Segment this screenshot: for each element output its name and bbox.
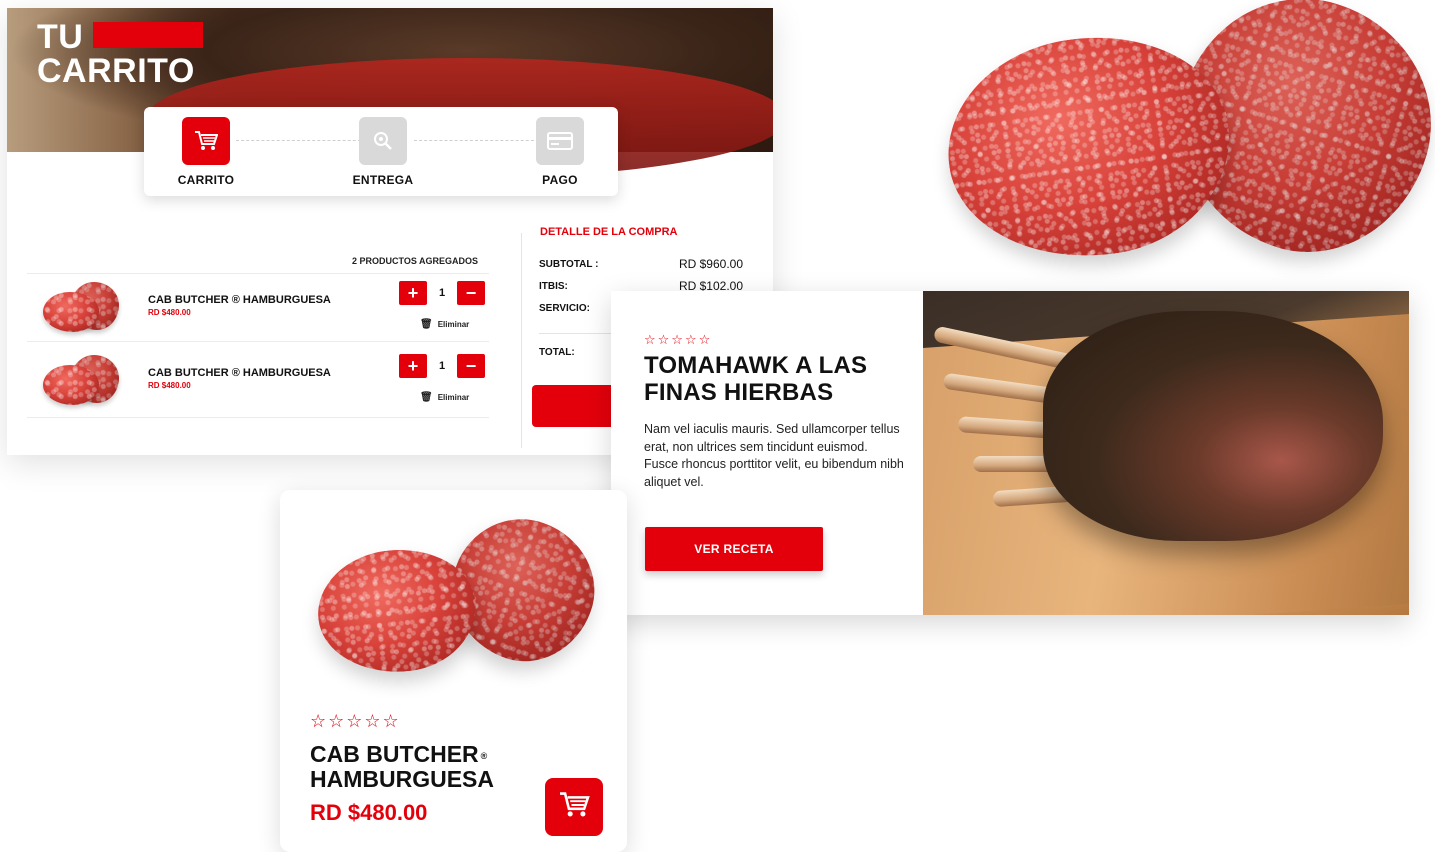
product-card[interactable]: ☆☆☆☆☆ CAB BUTCHER ® HAMBURGUESA RD $480.0…	[280, 490, 627, 852]
remove-label: Eliminar	[437, 393, 470, 402]
quantity-value[interactable]: 1	[427, 354, 457, 378]
step-label: PAGO	[542, 173, 578, 187]
product-title-line1: CAB BUTCHER	[310, 741, 479, 767]
shopping-cart-icon	[558, 791, 590, 824]
cart-title-line2: CARRITO	[37, 52, 195, 90]
step-label: ENTREGA	[352, 173, 414, 187]
recipe-title-line1: TOMAHAWK A LAS	[644, 352, 868, 379]
recipe-title: TOMAHAWK A LAS FINAS HIERBAS	[644, 352, 867, 406]
registered-mark: ®	[480, 751, 488, 761]
shopping-cart-icon	[182, 117, 230, 165]
recipe-description: Nam vel iaculis mauris. Sed ullamcorper …	[644, 422, 904, 489]
tomahawk-roast-image	[923, 291, 1409, 615]
subtotal-row: SUBTOTAL : RD $960.00	[539, 257, 749, 271]
total-label: TOTAL:	[539, 347, 575, 358]
quantity-value[interactable]: 1	[427, 281, 457, 305]
product-price: RD $480.00	[310, 800, 428, 825]
remove-item-button[interactable]: 🗑 Eliminar	[420, 392, 469, 403]
column-divider	[521, 233, 522, 448]
itbis-label: ITBIS:	[539, 281, 568, 292]
decrease-button[interactable]: −	[457, 281, 485, 305]
quantity-stepper: + 1 −	[399, 281, 485, 305]
cart-item: CAB BUTCHER ® HAMBURGUESA RD $480.00 + 1…	[27, 347, 489, 415]
cart-title: TU CARRITO	[37, 20, 203, 90]
recipe-title-line2: FINAS HIERBAS	[644, 379, 834, 406]
item-price: RD $480.00	[148, 308, 191, 317]
purchase-detail-title: DETALLE DE LA COMPRA	[540, 226, 678, 238]
item-name: CAB BUTCHER ® HAMBURGUESA	[148, 367, 331, 379]
increase-button[interactable]: +	[399, 354, 427, 378]
recipe-banner: ☆☆☆☆☆ TOMAHAWK A LAS FINAS HIERBAS Nam v…	[611, 291, 1409, 615]
quantity-stepper: + 1 −	[399, 354, 485, 378]
subtotal-label: SUBTOTAL :	[539, 259, 599, 270]
products-count: 2 PRODUCTOS AGREGADOS	[352, 256, 479, 266]
item-name: CAB BUTCHER ® HAMBURGUESA	[148, 294, 331, 306]
trash-icon: 🗑	[420, 319, 433, 330]
decrease-button[interactable]: −	[457, 354, 485, 378]
step-pago[interactable]: PAGO	[515, 117, 605, 187]
view-recipe-button[interactable]: VER RECETA	[645, 527, 823, 571]
step-label: CARRITO	[177, 173, 235, 187]
service-label: SERVICIO:	[539, 303, 590, 314]
item-price: RD $480.00	[148, 381, 191, 390]
remove-label: Eliminar	[437, 320, 470, 329]
step-entrega[interactable]: ENTREGA	[338, 117, 428, 187]
credit-card-icon	[536, 117, 584, 165]
cart-item: CAB BUTCHER ® HAMBURGUESA RD $480.00 + 1…	[27, 274, 489, 342]
trash-icon: 🗑	[420, 392, 433, 403]
product-title-line2: HAMBURGUESA	[310, 766, 494, 792]
subtotal-value: RD $960.00	[678, 257, 743, 271]
checkout-stepper: CARRITO ENTREGA PAGO	[144, 107, 618, 196]
increase-button[interactable]: +	[399, 281, 427, 305]
rating-stars[interactable]: ☆☆☆☆☆	[310, 711, 401, 732]
product-title: CAB BUTCHER ® HAMBURGUESA	[310, 742, 494, 792]
title-accent-bar	[93, 22, 203, 48]
add-to-cart-button[interactable]	[545, 778, 603, 836]
rating-stars[interactable]: ☆☆☆☆☆	[644, 332, 712, 348]
step-carrito[interactable]: CARRITO	[161, 117, 251, 187]
location-pin-icon	[359, 117, 407, 165]
remove-item-button[interactable]: 🗑 Eliminar	[420, 319, 469, 330]
